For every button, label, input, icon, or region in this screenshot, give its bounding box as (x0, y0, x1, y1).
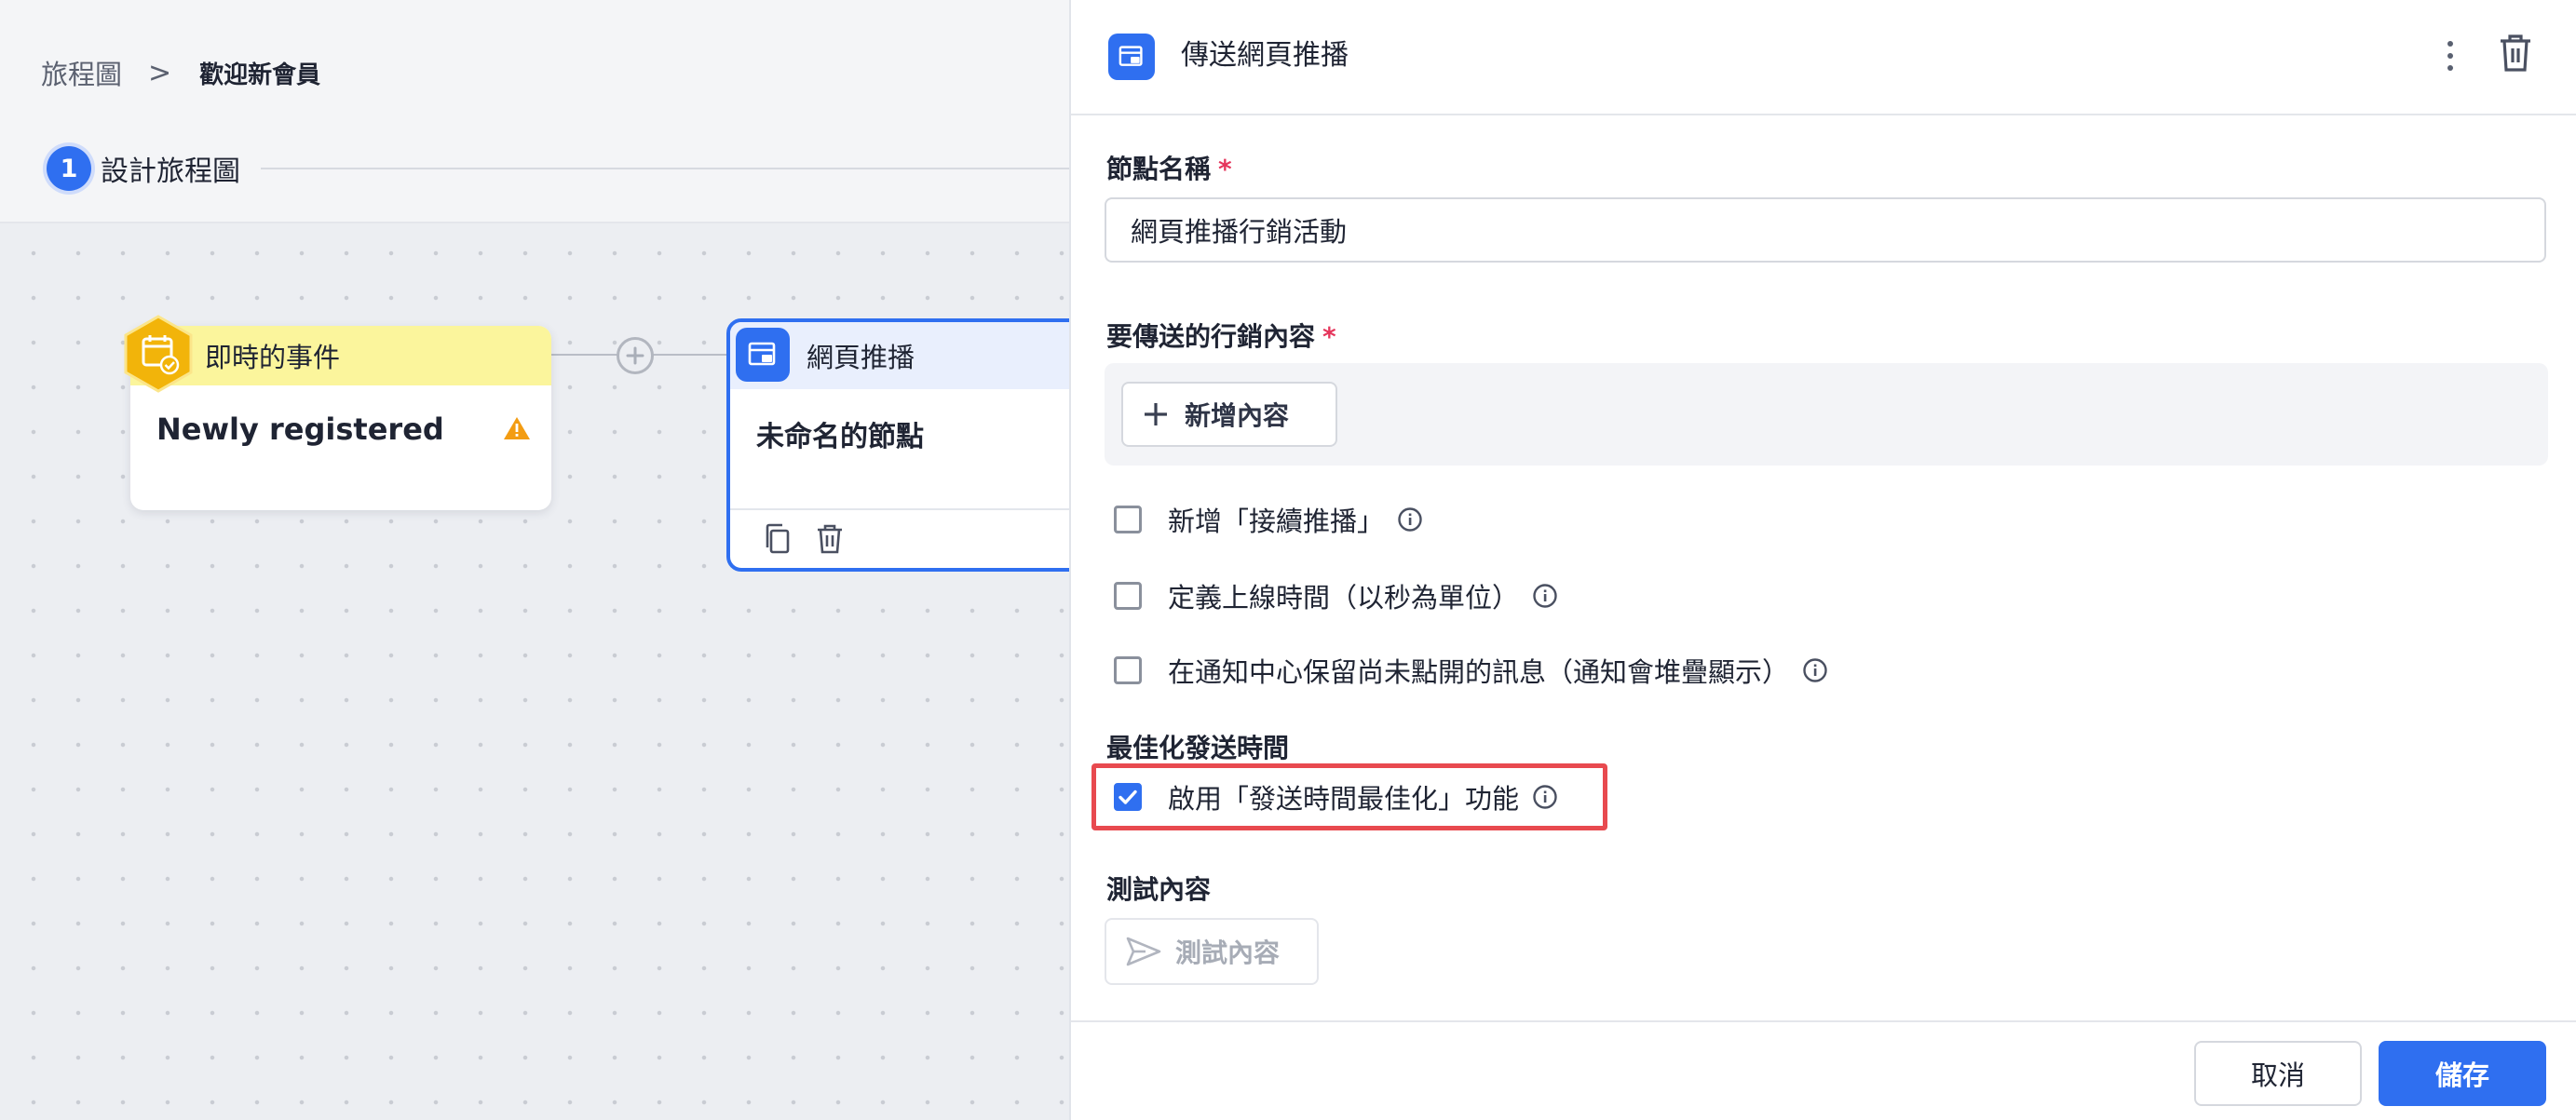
content-label: 要傳送的行銷內容 * (1106, 317, 1336, 354)
plus-icon (1145, 403, 1167, 425)
info-icon[interactable] (1397, 506, 1423, 533)
event-node-title: Newly registered (156, 412, 444, 447)
add-node-button[interactable] (617, 337, 654, 374)
copy-icon[interactable] (762, 522, 793, 556)
journey-canvas-area: 旅程圖 > 歡迎新會員 1 設計旅程圖 即時的事件 Newly register… (0, 0, 1069, 1120)
step-number[interactable]: 1 (47, 146, 91, 191)
warning-icon (504, 417, 530, 439)
stack-notifications-label: 在通知中心保留尚未點開的訊息（通知會堆疊顯示） (1168, 656, 1790, 688)
chevron-right-icon: > (148, 56, 172, 89)
test-heading: 測試內容 (1106, 874, 1212, 905)
content-label-text: 要傳送的行銷內容 (1106, 321, 1316, 352)
node-name-label: 節點名稱 * (1106, 149, 1232, 186)
stepper-line (261, 168, 1069, 169)
option-follow-up-push[interactable]: 新增「接續推播」 (1114, 501, 1423, 538)
required-mark: * (1218, 154, 1232, 184)
option-send-time-optimization[interactable]: 啟用「發送時間最佳化」功能 (1114, 778, 1558, 816)
web-push-node-type: 網頁推播 (807, 342, 915, 373)
web-push-icon (1108, 34, 1155, 80)
dot (2447, 41, 2453, 47)
follow-up-push-checkbox[interactable] (1114, 506, 1142, 533)
step-label[interactable]: 設計旅程圖 (101, 148, 240, 189)
ttl-label: 定義上線時間（以秒為單位） (1168, 582, 1520, 614)
dot (2447, 65, 2453, 71)
test-content-label: 測試內容 (1175, 938, 1281, 968)
send-time-optimization-label: 啟用「發送時間最佳化」功能 (1168, 783, 1520, 815)
node-name-label-text: 節點名稱 (1106, 154, 1212, 184)
follow-up-push-label: 新增「接續推播」 (1168, 506, 1385, 537)
info-icon[interactable] (1802, 657, 1828, 683)
required-mark: * (1322, 321, 1336, 352)
canvas-header: 旅程圖 > 歡迎新會員 1 設計旅程圖 (0, 0, 1069, 223)
more-options-button[interactable] (2436, 30, 2464, 82)
content-container: 新增內容 (1105, 363, 2548, 466)
add-content-label: 新增內容 (1185, 400, 1290, 431)
check-icon (1119, 789, 1137, 804)
panel-footer: 取消 儲存 (1071, 1020, 2576, 1120)
stack-notifications-checkbox[interactable] (1114, 656, 1142, 684)
web-push-icon (736, 328, 790, 382)
option-stack-notifications[interactable]: 在通知中心保留尚未點開的訊息（通知會堆疊顯示） (1114, 652, 1828, 689)
test-content-button[interactable]: 測試內容 (1105, 918, 1319, 985)
node-actions (730, 508, 1069, 568)
info-icon[interactable] (1532, 784, 1558, 810)
option-ttl[interactable]: 定義上線時間（以秒為單位） (1114, 577, 1558, 614)
trash-icon[interactable] (814, 522, 846, 556)
panel-title: 傳送網頁推播 (1181, 39, 1349, 72)
calendar-check-icon (124, 315, 193, 393)
stepper: 1 設計旅程圖 (47, 145, 240, 192)
breadcrumb-root-link[interactable]: 旅程圖 (41, 53, 122, 92)
info-icon[interactable] (1532, 583, 1558, 609)
plus-icon (626, 346, 644, 365)
send-time-optimization-checkbox[interactable] (1114, 783, 1142, 811)
web-push-node-title: 未命名的節點 (756, 421, 924, 453)
breadcrumb-current: 歡迎新會員 (199, 61, 321, 89)
node-settings-panel: 傳送網頁推播 節點名稱* 要傳送的行銷內容* 新增內容 新增「接續推播」 (1069, 0, 2576, 1120)
cancel-button[interactable]: 取消 (2194, 1041, 2362, 1106)
dot (2447, 53, 2453, 59)
trash-icon[interactable] (2496, 32, 2535, 74)
send-icon (1126, 937, 1161, 966)
add-content-button[interactable]: 新增內容 (1121, 382, 1337, 447)
breadcrumb: 旅程圖 > 歡迎新會員 (41, 54, 320, 91)
panel-header: 傳送網頁推播 (1071, 0, 2576, 115)
optimization-heading: 最佳化發送時間 (1106, 733, 1290, 763)
ttl-checkbox[interactable] (1114, 582, 1142, 610)
save-button[interactable]: 儲存 (2379, 1041, 2546, 1106)
event-node-type: 即時的事件 (205, 342, 341, 373)
node-name-input[interactable] (1105, 197, 2546, 263)
